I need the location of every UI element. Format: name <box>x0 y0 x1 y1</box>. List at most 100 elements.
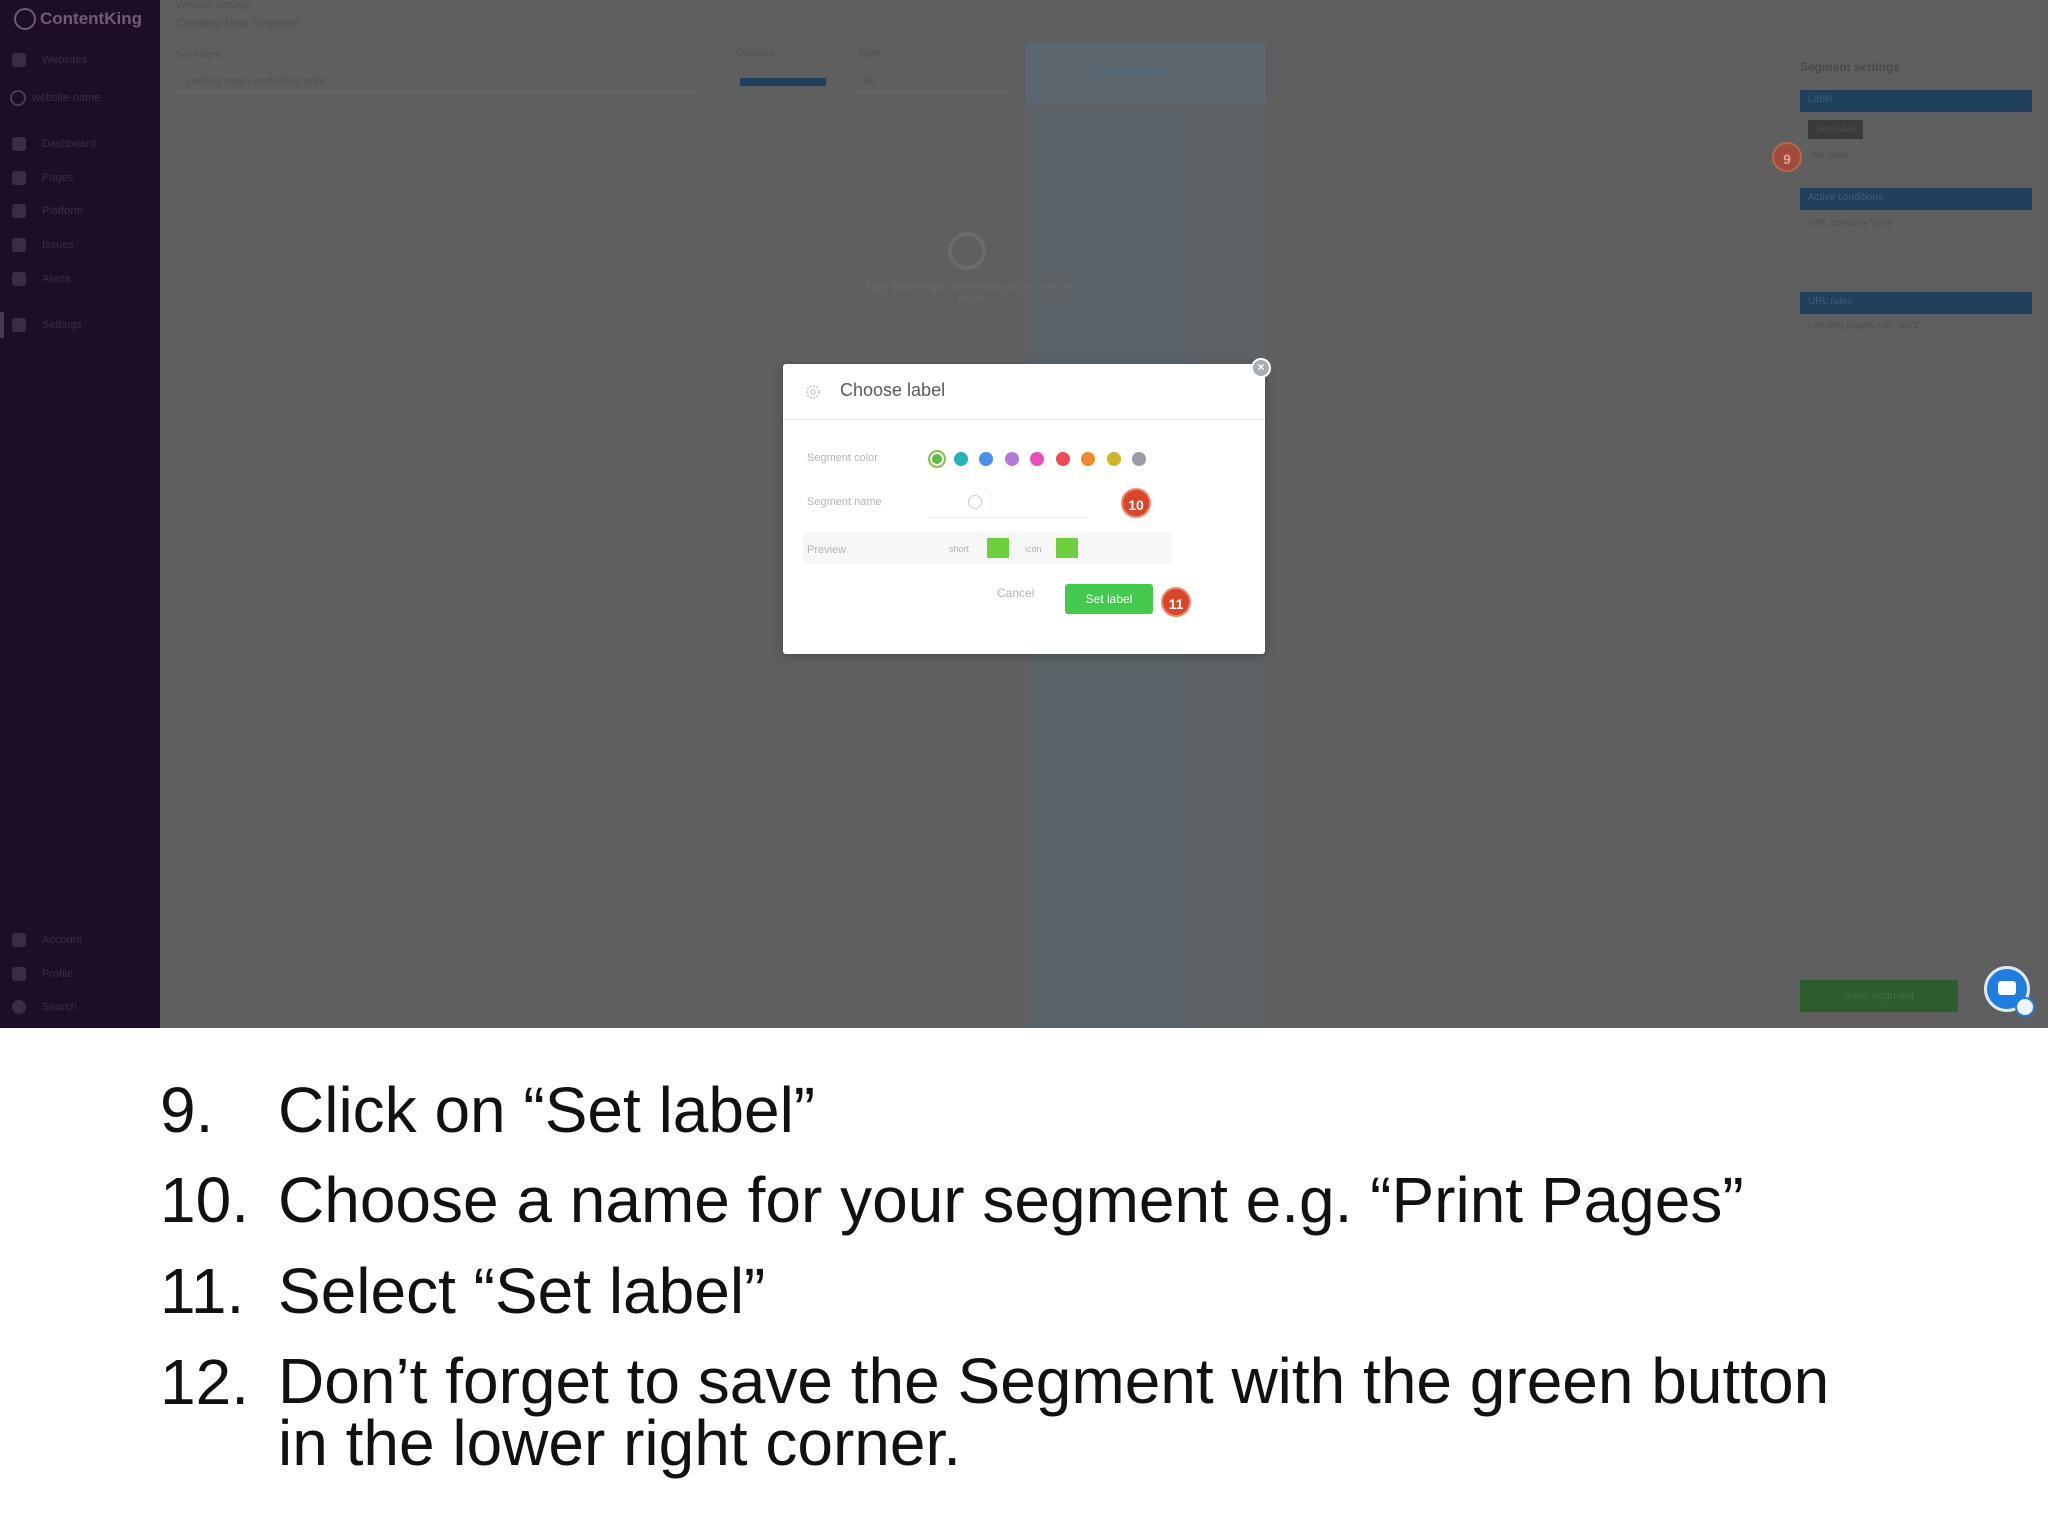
search-icon <box>948 232 986 270</box>
cancel-button[interactable]: Cancel <box>997 586 1034 600</box>
sidebar-item-label: Platform <box>42 205 83 217</box>
sidebar-item-account[interactable]: Account <box>12 930 82 950</box>
color-swatch[interactable] <box>1132 452 1146 466</box>
set-label-pill[interactable]: Set label <box>1808 120 1863 139</box>
account-icon <box>12 933 26 947</box>
preview-label: Preview <box>807 544 847 556</box>
alert-icon <box>12 272 26 286</box>
sidebar-item-label: Dashboard <box>42 138 96 150</box>
profile-icon <box>12 967 26 981</box>
sidebar-item-platform[interactable]: Platform <box>12 201 83 221</box>
empty-state-message: Try a different filter combination to fi… <box>865 282 1079 304</box>
close-icon[interactable]: × <box>1251 358 1271 378</box>
label-section-bar: Label <box>1800 90 2032 112</box>
pages-icon <box>12 171 26 185</box>
dialog-header: Choose label <box>783 364 1265 420</box>
sidebar-item-settings[interactable]: Settings <box>12 315 82 335</box>
results-header: No pages found <box>1026 42 1266 102</box>
segment-color-label: Segment color <box>807 452 878 464</box>
step-text: Click on “Set label” <box>278 1074 816 1146</box>
preview-tag-short: short <box>949 544 970 554</box>
step-number: 11. <box>160 1255 245 1327</box>
step-badge-9: 9 <box>1772 142 1802 172</box>
type-dropdown[interactable]: All <box>864 76 875 87</box>
sidebar: ContentKing Websites website-name Dashbo… <box>0 0 160 1028</box>
color-swatch[interactable] <box>1081 452 1095 466</box>
choose-label-dialog: Choose label Segment color Segment name … <box>783 364 1265 654</box>
grid-icon <box>12 53 26 67</box>
sidebar-item-pages[interactable]: Pages <box>12 168 73 188</box>
breadcrumb-parent[interactable]: Website Settings <box>176 0 251 11</box>
sidebar-item-label: Alerts <box>42 273 71 285</box>
gear-icon <box>806 385 820 399</box>
sidebar-item-label: Issues <box>42 239 74 251</box>
instructions-list: 9. Click on “Set label” 10. Choose a name … <box>0 1028 2048 1536</box>
step-number: 12. <box>160 1346 249 1418</box>
condition-value: URL contains 'print' <box>1808 218 1894 229</box>
label-preview: Preview short icon <box>803 532 1171 564</box>
color-swatch[interactable] <box>979 452 993 466</box>
instruction-step-12: 12. Don’t forget to save the Segment with… <box>160 1345 1878 1479</box>
segment-name-input[interactable] <box>928 486 1088 518</box>
website-switcher[interactable]: website-name <box>10 90 100 106</box>
results-header-label: No pages found <box>1096 66 1167 77</box>
sidebar-item-issues[interactable]: Issues <box>12 235 74 255</box>
operator-dropdown[interactable]: Operator <box>736 48 775 59</box>
instruction-step-10: 10. Choose a name for your segment e.g. “… <box>160 1168 1744 1232</box>
preview-tag-icon: icon <box>1025 544 1042 554</box>
segment-name-label: Segment name <box>807 496 882 508</box>
sidebar-item-alerts[interactable]: Alerts <box>12 269 70 289</box>
sidebar-item-search[interactable]: Search <box>12 997 77 1017</box>
refresh-icon <box>10 90 26 106</box>
color-swatch[interactable] <box>928 450 946 468</box>
app-logo[interactable]: ContentKing <box>14 8 142 30</box>
rules-value: Landing pages with 'print' <box>1808 320 1921 331</box>
step-number: 10. <box>160 1164 249 1236</box>
active-indicator <box>0 312 4 338</box>
sidebar-item-profile[interactable]: Profile <box>12 964 73 984</box>
filter-label: Set Filters <box>176 50 222 61</box>
chat-widget-button[interactable] <box>1984 966 2035 1017</box>
input-separator <box>990 492 991 512</box>
step-text: Choose a name for your segment e.g. “Pri… <box>278 1164 1744 1236</box>
sidebar-item-label: Websites <box>42 54 88 66</box>
step-text: Don’t forget to save the Segment with th… <box>278 1345 1830 1479</box>
rules-section-bar: URL rules <box>1800 292 2032 314</box>
sidebar-item-label: Search <box>42 1001 77 1013</box>
instruction-step-9: 9. Click on “Set label” <box>160 1078 815 1142</box>
filter-underline <box>176 92 696 93</box>
color-swatch[interactable] <box>1004 452 1019 466</box>
clock-icon <box>968 495 982 509</box>
issues-icon <box>12 238 26 252</box>
gear-icon <box>12 318 26 332</box>
website-switcher-label: website-name <box>32 92 101 104</box>
set-label-button[interactable]: Set label <box>1065 584 1153 614</box>
step-badge-10: 10 <box>1121 488 1151 518</box>
color-swatch[interactable] <box>1055 452 1070 466</box>
preview-swatch-icon <box>1056 538 1078 558</box>
chat-icon <box>1998 981 2016 995</box>
logo-icon <box>14 8 36 30</box>
chat-badge <box>2015 997 2035 1017</box>
save-segment-button[interactable]: Save segment <box>1800 980 1958 1012</box>
step-text: Select “Set label” <box>278 1255 766 1327</box>
sidebar-item-label: Settings <box>42 319 82 331</box>
step-badge-11: 11 <box>1161 587 1191 617</box>
instruction-step-11: 11. Select “Set label” <box>160 1259 765 1323</box>
sidebar-item-label: Account <box>42 934 82 946</box>
dialog-title: Choose label <box>840 380 946 400</box>
app-name: ContentKing <box>40 9 142 28</box>
operator-value-bar <box>740 78 826 86</box>
type-underline <box>858 92 1008 93</box>
sidebar-item-dashboard[interactable]: Dashboard <box>12 134 96 154</box>
url-filter-field[interactable]: Landing pages containing 'print' <box>186 76 326 87</box>
page-title: Creating New Segment <box>176 16 301 30</box>
color-swatch[interactable] <box>1030 452 1044 466</box>
color-swatch[interactable] <box>1106 452 1121 466</box>
color-swatch[interactable] <box>953 452 968 466</box>
dashboard-icon <box>12 137 26 151</box>
layers-icon <box>12 204 26 218</box>
label-value: No label <box>1812 150 1849 161</box>
screenshot: ContentKing Websites website-name Dashbo… <box>0 0 2048 1028</box>
sidebar-item-websites[interactable]: Websites <box>12 50 87 70</box>
